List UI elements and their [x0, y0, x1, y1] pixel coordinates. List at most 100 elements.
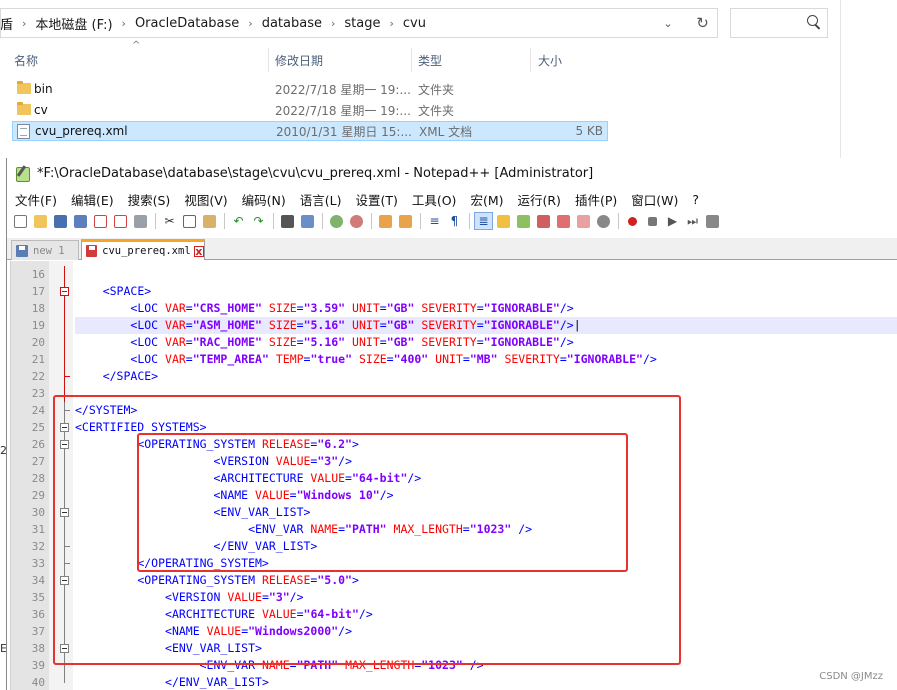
- tab-close-icon[interactable]: x: [193, 245, 204, 257]
- column-header-type[interactable]: 类型: [418, 48, 442, 72]
- close-file-icon[interactable]: [91, 212, 110, 230]
- zoom-in-icon[interactable]: [327, 212, 346, 230]
- code-line[interactable]: 32 </ENV_VAR_LIST>: [7, 538, 897, 555]
- code-line[interactable]: 34 <OPERATING_SYSTEM RELEASE="5.0">: [7, 572, 897, 589]
- show-all-chars-icon[interactable]: ¶: [445, 212, 464, 230]
- file-row-cvu-prereq[interactable]: cvu_prereq.xml 2010/1/31 星期日 15:... XML …: [12, 121, 608, 141]
- code-line[interactable]: 26 <OPERATING_SYSTEM RELEASE="6.2">: [7, 436, 897, 453]
- menu-edit[interactable]: 编辑(E): [64, 190, 121, 209]
- code-line[interactable]: 28 <ARCHITECTURE VALUE="64-bit"/>: [7, 470, 897, 487]
- breadcrumb-database[interactable]: database: [259, 16, 325, 31]
- fold-toggle-icon[interactable]: [60, 423, 69, 432]
- code-line[interactable]: 22 </SPACE>: [7, 368, 897, 385]
- close-all-icon[interactable]: [111, 212, 130, 230]
- save-all-icon[interactable]: [71, 212, 90, 230]
- code-line[interactable]: 23: [7, 385, 897, 402]
- indent-guide-icon[interactable]: ≣: [474, 212, 493, 230]
- replace-icon[interactable]: [298, 212, 317, 230]
- column-divider[interactable]: [268, 48, 269, 72]
- code-line[interactable]: 16: [7, 266, 897, 283]
- tab-cvu-prereq[interactable]: cvu_prereq.xml x: [81, 239, 205, 260]
- breadcrumb-oracledatabase[interactable]: OracleDatabase: [132, 16, 242, 31]
- fold-toggle-icon[interactable]: [60, 287, 69, 296]
- refresh-button[interactable]: ↻: [688, 8, 718, 38]
- code-line[interactable]: 27 <VERSION VALUE="3"/>: [7, 453, 897, 470]
- code-line[interactable]: 29 <NAME VALUE="Windows 10"/>: [7, 487, 897, 504]
- function-list-icon[interactable]: [534, 212, 553, 230]
- code-line[interactable]: 19 <LOC VAR="ASM_HOME" SIZE="5.16" UNIT=…: [7, 317, 897, 334]
- menu-help[interactable]: ?: [685, 192, 706, 207]
- column-header-name[interactable]: 名称: [14, 48, 38, 72]
- doc-map-icon[interactable]: [514, 212, 533, 230]
- column-divider[interactable]: [411, 48, 412, 72]
- column-header-size[interactable]: 大小: [538, 48, 562, 72]
- code-line[interactable]: 31 <ENV_VAR NAME="PATH" MAX_LENGTH="1023…: [7, 521, 897, 538]
- tab-new-1[interactable]: new 1: [11, 240, 79, 260]
- menu-encoding[interactable]: 编码(N): [235, 190, 293, 209]
- fold-toggle-icon[interactable]: [60, 576, 69, 585]
- code-line[interactable]: 37 <NAME VALUE="Windows2000"/>: [7, 623, 897, 640]
- breadcrumb-drive[interactable]: 本地磁盘 (F:): [32, 14, 115, 33]
- code-line[interactable]: 18 <LOC VAR="CRS_HOME" SIZE="3.59" UNIT=…: [7, 300, 897, 317]
- find-icon[interactable]: [278, 212, 297, 230]
- copy-icon[interactable]: [180, 212, 199, 230]
- print-icon[interactable]: [131, 212, 150, 230]
- menu-tools[interactable]: 工具(O): [405, 190, 464, 209]
- menu-language[interactable]: 语言(L): [293, 190, 349, 209]
- code-line[interactable]: 21 <LOC VAR="TEMP_AREA" TEMP="true" SIZE…: [7, 351, 897, 368]
- open-file-icon[interactable]: [31, 212, 50, 230]
- save-icon[interactable]: [51, 212, 70, 230]
- code-line[interactable]: 35 <VERSION VALUE="3"/>: [7, 589, 897, 606]
- record-macro-icon[interactable]: [623, 212, 642, 230]
- new-file-icon[interactable]: [11, 212, 30, 230]
- fold-toggle-icon[interactable]: [60, 644, 69, 653]
- sync-horizontal-icon[interactable]: [396, 212, 415, 230]
- play-multiple-icon[interactable]: ⏭: [683, 212, 702, 230]
- window-title-bar[interactable]: *F:\OracleDatabase\database\stage\cvu\cv…: [7, 158, 897, 188]
- address-bar[interactable]: 盾 › 本地磁盘 (F:) › OracleDatabase › databas…: [0, 8, 692, 38]
- monitoring-icon[interactable]: [594, 212, 613, 230]
- folder-workspace-icon[interactable]: [554, 212, 573, 230]
- code-line[interactable]: 24 </SYSTEM>: [7, 402, 897, 419]
- menu-settings[interactable]: 设置(T): [348, 190, 404, 209]
- code-line[interactable]: 30 <ENV_VAR_LIST>: [7, 504, 897, 521]
- code-line[interactable]: 20 <LOC VAR="RAC_HOME" SIZE="5.16" UNIT=…: [7, 334, 897, 351]
- zoom-out-icon[interactable]: [347, 212, 366, 230]
- fold-toggle-icon[interactable]: [60, 440, 69, 449]
- menu-view[interactable]: 视图(V): [177, 190, 234, 209]
- menu-file[interactable]: 文件(F): [7, 190, 64, 209]
- breadcrumb-cvu[interactable]: cvu: [400, 16, 429, 31]
- stop-record-icon[interactable]: [643, 212, 662, 230]
- cut-icon[interactable]: ✂: [160, 212, 179, 230]
- folder-icon[interactable]: [574, 212, 593, 230]
- menu-search[interactable]: 搜索(S): [121, 190, 178, 209]
- code-line[interactable]: 17 <SPACE>: [7, 283, 897, 300]
- menu-window[interactable]: 窗口(W): [624, 190, 685, 209]
- file-row-bin[interactable]: bin 2022/7/18 星期一 19:... 文件夹: [12, 79, 608, 99]
- code-line[interactable]: 36 <ARCHITECTURE VALUE="64-bit"/>: [7, 606, 897, 623]
- undo-icon[interactable]: ↶: [229, 212, 248, 230]
- udl-icon[interactable]: [494, 212, 513, 230]
- redo-icon[interactable]: ↷: [249, 212, 268, 230]
- word-wrap-icon[interactable]: ≡: [425, 212, 444, 230]
- column-header-date[interactable]: 修改日期: [275, 48, 323, 72]
- code-line[interactable]: 38 <ENV_VAR_LIST>: [7, 640, 897, 657]
- fold-toggle-icon[interactable]: [60, 508, 69, 517]
- code-line[interactable]: 33 </OPERATING_SYSTEM>: [7, 555, 897, 572]
- search-input[interactable]: [730, 8, 828, 38]
- code-line[interactable]: 40 </ENV_VAR_LIST>: [7, 674, 897, 690]
- sync-vertical-icon[interactable]: [376, 212, 395, 230]
- paste-icon[interactable]: [200, 212, 219, 230]
- editor-area[interactable]: 16 17 <SPACE> 18 <LOC VAR="CRS_HOME" SIZE=…: [7, 261, 897, 690]
- play-macro-icon[interactable]: ▶: [663, 212, 682, 230]
- menu-run[interactable]: 运行(R): [510, 190, 567, 209]
- save-macro-icon[interactable]: [703, 212, 722, 230]
- breadcrumb-stage[interactable]: stage: [341, 16, 383, 31]
- address-history-dropdown[interactable]: ⌄: [656, 8, 680, 38]
- menu-plugins[interactable]: 插件(P): [568, 190, 624, 209]
- menu-macro[interactable]: 宏(M): [463, 190, 510, 209]
- column-divider[interactable]: [530, 48, 531, 72]
- code-line[interactable]: 39 <ENV_VAR NAME="PATH" MAX_LENGTH="1023…: [7, 657, 897, 674]
- file-row-cv[interactable]: cv 2022/7/18 星期一 19:... 文件夹: [12, 100, 608, 120]
- code-line[interactable]: 25 <CERTIFIED_SYSTEMS>: [7, 419, 897, 436]
